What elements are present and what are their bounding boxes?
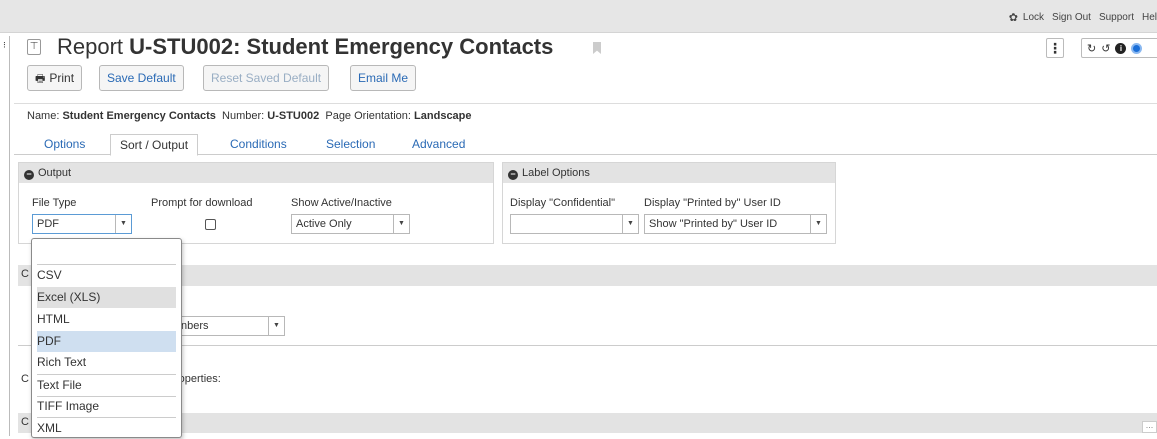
dropdown-option-text-file[interactable]: Text File [37, 375, 176, 396]
refresh-icon[interactable]: ↻ [1087, 42, 1096, 55]
tab-conditions[interactable]: Conditions [230, 134, 287, 155]
label-options-panel: − Label Options Display "Confidential" ▼ … [502, 162, 836, 244]
name-label: Name: [27, 110, 60, 122]
chevron-down-icon: ▼ [622, 215, 638, 233]
confidential-select[interactable]: ▼ [510, 214, 639, 234]
printed-by-label: Display "Printed by" User ID [644, 197, 781, 209]
section-divider [18, 345, 1157, 346]
chevron-down-icon: ▼ [115, 215, 131, 233]
print-button[interactable]: 🖶 Print [27, 65, 83, 91]
dropdown-option-blank[interactable] [37, 242, 176, 263]
lock-link[interactable]: Lock [1023, 12, 1044, 23]
label-options-title: Label Options [522, 167, 590, 179]
chevron-down-icon: ▼ [393, 215, 409, 233]
number-value: U-STU002 [267, 110, 320, 122]
name-value: Student Emergency Contacts [62, 110, 216, 122]
title-bold: U-STU002: Student Emergency Contacts [129, 34, 554, 59]
collapse-icon[interactable]: − [24, 170, 34, 180]
output-panel: − Output File Type PDF ▼ Prompt for downl… [18, 162, 494, 244]
print-label: Print [49, 71, 75, 85]
output-panel-title: Output [38, 167, 72, 179]
header-divider [14, 103, 1157, 104]
help-link[interactable]: Hel [1142, 12, 1157, 23]
chevron-down-icon: ▼ [810, 215, 826, 233]
dropdown-option-pdf[interactable]: PDF [37, 331, 176, 352]
tab-sort-output[interactable]: Sort / Output [110, 134, 199, 156]
section-header-letter-2: C [21, 416, 29, 428]
dropdown-option-csv[interactable]: CSV [37, 265, 176, 286]
help-icon[interactable] [1131, 42, 1143, 54]
prompt-download-label: Prompt for download [151, 197, 253, 209]
collapse-icon[interactable]: − [508, 170, 518, 180]
resize-handle[interactable]: ... [1142, 421, 1157, 433]
reload-icon[interactable]: ↺ [1101, 42, 1110, 55]
show-active-value: Active Only [296, 218, 352, 230]
show-active-select[interactable]: Active Only ▼ [291, 214, 410, 234]
show-active-label: Show Active/Inactive [291, 197, 392, 209]
label-options-header[interactable]: − Label Options [503, 163, 835, 183]
page-title: Report U-STU002: Student Emergency Conta… [57, 34, 553, 60]
printed-by-select[interactable]: Show "Printed by" User ID ▼ [644, 214, 827, 234]
output-panel-header[interactable]: − Output [19, 163, 493, 183]
tab-selection[interactable]: Selection [326, 134, 375, 155]
dropdown-option-xml[interactable]: XML [37, 418, 176, 439]
kebab-menu-icon[interactable]: ⋮ [1046, 38, 1064, 58]
support-link[interactable]: Support [1099, 12, 1134, 23]
report-menu-icon[interactable]: ⊤ [27, 39, 41, 55]
file-type-label: File Type [32, 197, 77, 209]
file-type-select[interactable]: PDF ▼ [32, 214, 132, 234]
left-edge-divider: ⁝ [0, 36, 10, 436]
file-type-value: PDF [37, 218, 59, 230]
tab-advanced[interactable]: Advanced [412, 134, 465, 155]
top-bar: ✿ Lock Sign Out Support Hel [0, 0, 1157, 33]
right-toolbar: ↻ ↺ i [1081, 38, 1157, 58]
dropdown-option-excel[interactable]: Excel (XLS) [37, 287, 176, 308]
dropdown-option-html[interactable]: HTML [37, 309, 176, 330]
tab-options[interactable]: Options [44, 134, 85, 155]
gear-icon[interactable]: ✿ [1009, 11, 1018, 24]
email-me-button[interactable]: Email Me [350, 65, 417, 91]
top-links: ✿ Lock Sign Out Support Hel [1009, 11, 1157, 24]
title-prefix: Report [57, 34, 124, 59]
chevron-down-icon: ▼ [268, 317, 284, 335]
orientation-value: Landscape [414, 110, 472, 122]
printed-by-value: Show "Printed by" User ID [649, 218, 778, 230]
report-info: Name: Student Emergency Contacts Number:… [27, 110, 472, 122]
section-header-bar[interactable] [18, 265, 1157, 286]
section-letter: C [21, 373, 29, 385]
dropdown-option-tiff[interactable]: TIFF Image [37, 396, 176, 417]
info-icon[interactable]: i [1115, 42, 1127, 54]
orientation-label: Page Orientation: [325, 110, 411, 122]
file-type-dropdown-list: CSV Excel (XLS) HTML PDF Rich Text Text … [31, 238, 182, 438]
prompt-download-checkbox[interactable] [205, 219, 216, 230]
printer-icon: 🖶 [35, 73, 46, 85]
bookmark-icon[interactable] [593, 42, 601, 54]
sign-out-link[interactable]: Sign Out [1052, 12, 1091, 23]
number-label: Number: [222, 110, 265, 122]
confidential-label: Display "Confidential" [510, 197, 616, 209]
reset-saved-default-button[interactable]: Reset Saved Default [203, 65, 330, 91]
section-header-letter: C [21, 268, 29, 280]
dropdown-option-rich-text[interactable]: Rich Text [37, 352, 176, 373]
left-edge-glyph: ⁝ [3, 40, 6, 50]
save-default-button[interactable]: Save Default [99, 65, 184, 91]
section-header-bar-2[interactable] [18, 413, 1157, 433]
